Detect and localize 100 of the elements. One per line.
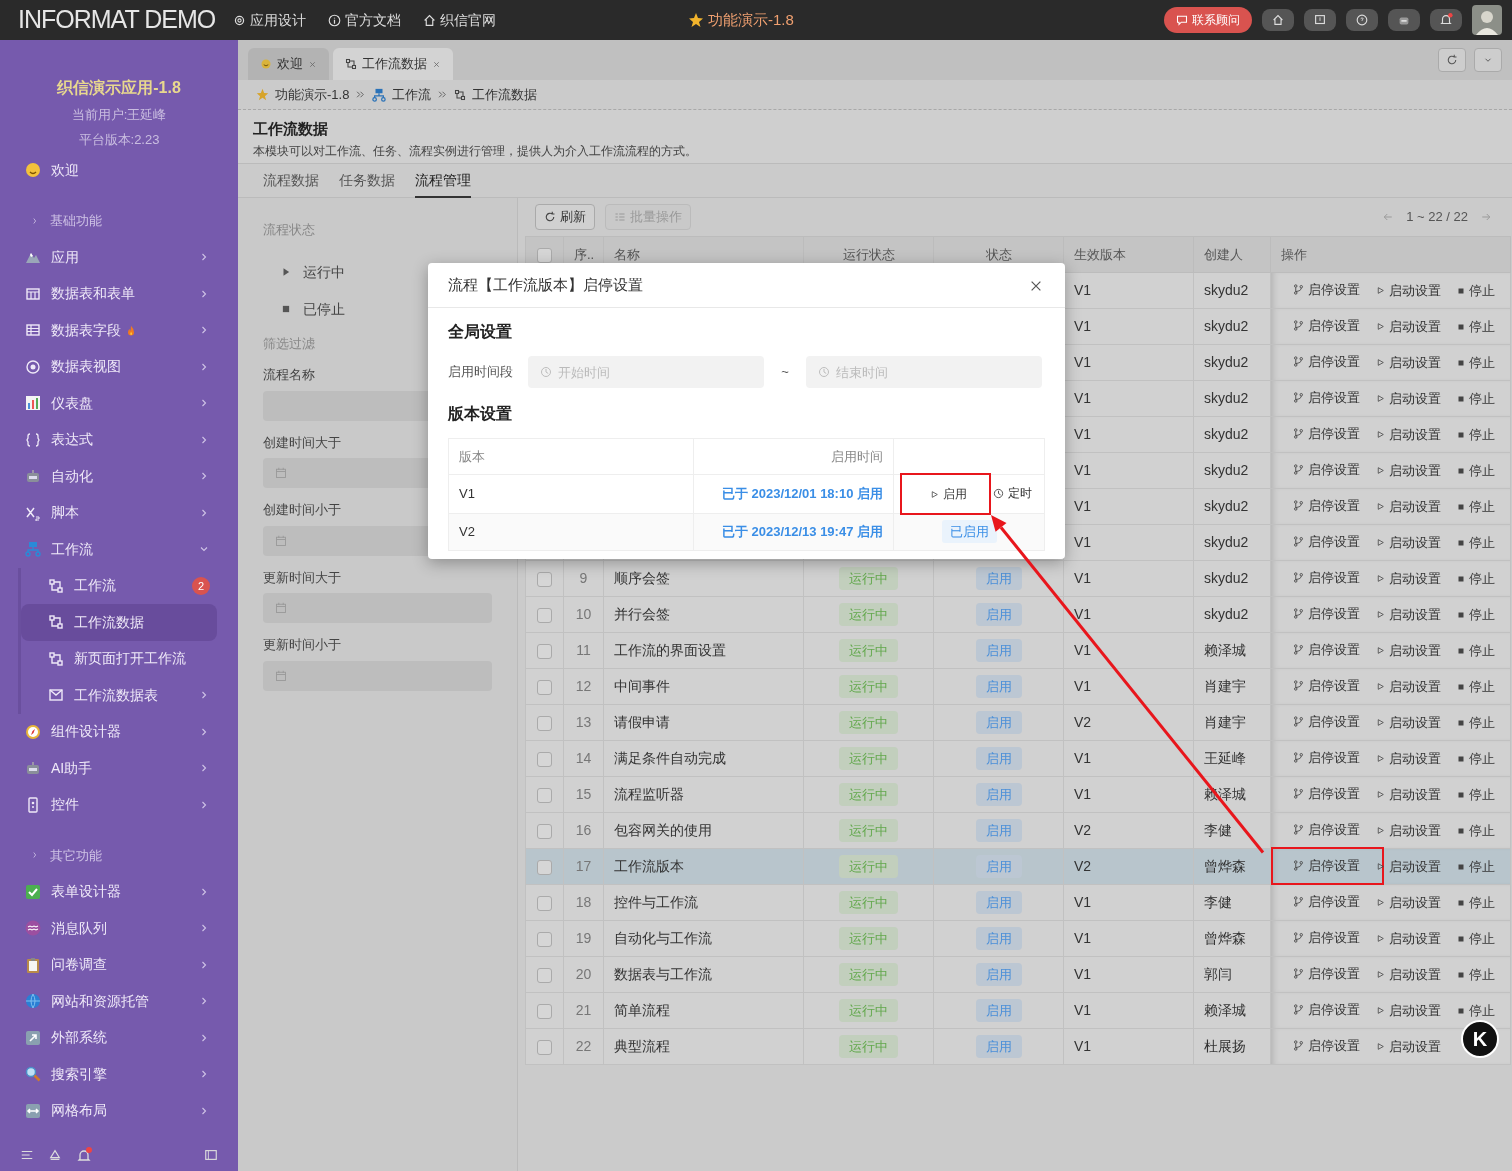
sidebar-item[interactable]: 工作流数据表	[21, 677, 238, 714]
help-button[interactable]	[1346, 9, 1378, 31]
action-link[interactable]: 启停设置	[1287, 533, 1366, 550]
date-field[interactable]	[263, 593, 492, 623]
sidebar-item[interactable]: 消息队列	[0, 910, 238, 947]
action-link[interactable]: 启动设置	[1370, 534, 1447, 551]
table-row[interactable]: 21 简单流程 运行中 启用 V1 赖泽城 启停设置 启动设置 停止	[525, 992, 1511, 1029]
action-link[interactable]: 启动设置	[1370, 498, 1447, 515]
action-link[interactable]: 启动设置	[1370, 642, 1447, 659]
sidebar-item[interactable]: 外部系统	[0, 1019, 238, 1056]
action-link[interactable]: 启动设置	[1370, 570, 1447, 587]
sidebar-item[interactable]: 工作流 2	[21, 567, 238, 604]
action-link[interactable]: 启停设置	[1287, 713, 1366, 730]
action-link[interactable]: 启停设置	[1287, 605, 1366, 622]
action-link[interactable]: 启动设置	[1370, 282, 1447, 299]
action-link[interactable]: 启动设置	[1370, 930, 1447, 947]
action-link[interactable]: 启动设置	[1370, 462, 1447, 479]
sidebar-item[interactable]: 问卷调查	[0, 946, 238, 983]
table-row[interactable]: 12 中间事件 运行中 启用 V1 肖建宇 启停设置 启动设置 停止	[525, 668, 1511, 705]
action-link[interactable]: 停止	[1451, 931, 1501, 947]
table-row[interactable]: 19 自动化与工作流 运行中 启用 V1 曾烨森 启停设置 启动设置 停止	[525, 920, 1511, 957]
table-row[interactable]: 18 控件与工作流 运行中 启用 V1 李健 启停设置 启动设置 停止	[525, 884, 1511, 921]
sidebar-item[interactable]: 自动化	[0, 458, 238, 495]
tab[interactable]: 流程数据	[263, 164, 319, 198]
message-button[interactable]	[1304, 9, 1336, 31]
checkbox[interactable]	[537, 643, 552, 659]
breadcrumb-link[interactable]: 工作流数据	[472, 84, 538, 105]
action-link[interactable]: 启停设置	[1287, 353, 1366, 370]
avatar[interactable]	[1472, 5, 1502, 35]
robot-button[interactable]	[1388, 9, 1420, 31]
checkbox[interactable]	[537, 823, 552, 839]
sidebar-item[interactable]: 控件	[0, 786, 238, 823]
action-link[interactable]: 启停设置	[1287, 821, 1366, 838]
action-link[interactable]: 停止	[1451, 571, 1501, 587]
action-link[interactable]: 启动设置	[1370, 786, 1447, 803]
checkbox[interactable]	[537, 715, 552, 731]
checkbox[interactable]	[537, 247, 552, 263]
dropdown-button[interactable]	[1474, 48, 1502, 72]
tab[interactable]: 任务数据	[339, 164, 395, 198]
action-link[interactable]: 停止	[1451, 751, 1501, 767]
action-link[interactable]: 启停设置	[1287, 785, 1366, 802]
sidebar-item[interactable]: 脚本	[0, 494, 238, 531]
action-link[interactable]: 启动设置	[1370, 426, 1447, 443]
checkbox[interactable]	[537, 1039, 552, 1055]
action-link[interactable]: 停止	[1451, 463, 1501, 479]
checkbox[interactable]	[537, 931, 552, 947]
table-row[interactable]: 10 并行会签 运行中 启用 V1 skydu2 启停设置 启动设置 停止	[525, 596, 1511, 633]
action-link[interactable]: 启停设置	[1287, 677, 1366, 694]
action-link[interactable]: 启动设置	[1370, 354, 1447, 371]
action-link[interactable]: 启停设置	[1287, 641, 1366, 658]
action-link[interactable]: 启动设置	[1370, 714, 1447, 731]
table-row[interactable]: 11 工作流的界面设置 运行中 启用 V1 赖泽城 启停设置 启动设置 停止	[525, 632, 1511, 669]
contact-button[interactable]: 联系顾问	[1164, 7, 1252, 33]
action-link[interactable]: 启停设置	[1287, 497, 1366, 514]
action-link[interactable]: 停止	[1451, 787, 1501, 803]
breadcrumb-link[interactable]: 工作流	[392, 84, 432, 105]
checkbox[interactable]	[537, 895, 552, 911]
action-link[interactable]: 停止	[1451, 1003, 1501, 1019]
table-row[interactable]: 9 顺序会签 运行中 启用 V1 skydu2 启停设置 启动设置 停止	[525, 560, 1511, 597]
bell-button[interactable]	[1430, 9, 1462, 31]
sidebar-item[interactable]: 表单设计器	[0, 873, 238, 910]
sidebar-item[interactable]: 数据表和表单	[0, 275, 238, 312]
action-link[interactable]: 启动设置	[1370, 390, 1447, 407]
action-link[interactable]: 停止	[1451, 499, 1501, 515]
action-link[interactable]: 启停设置	[1287, 317, 1366, 334]
table-row[interactable]: 20 数据表与工作流 运行中 启用 V1 郭闫 启停设置 启动设置 停止	[525, 956, 1511, 993]
action-link[interactable]: 启停设置	[1287, 893, 1366, 910]
table-row[interactable]: 17 工作流版本 运行中 启用 V2 曾烨森 启停设置 启动设置 停止	[525, 848, 1511, 885]
sidebar-item[interactable]: 数据表字段	[0, 312, 238, 349]
action-link[interactable]: 启动设置	[1370, 1038, 1447, 1055]
action-link[interactable]: 定时	[989, 482, 1036, 504]
action-link[interactable]: 停止	[1451, 535, 1501, 551]
sidebar-item[interactable]: 应用	[0, 239, 238, 276]
action-link[interactable]: 启动设置	[1370, 678, 1447, 695]
action-link[interactable]: 启动设置	[1370, 966, 1447, 983]
table-row[interactable]: 13 请假申请 运行中 启用 V2 肖建宇 启停设置 启动设置 停止	[525, 704, 1511, 741]
action-link[interactable]: 启用	[902, 475, 989, 513]
checkbox[interactable]	[537, 1003, 552, 1019]
action-link[interactable]: 启停设置	[1287, 929, 1366, 946]
sidebar-item[interactable]: 数据表视图	[0, 348, 238, 385]
action-link[interactable]: 启停设置	[1287, 1037, 1366, 1054]
nav-link[interactable]: 官方文档	[328, 9, 401, 31]
table-row[interactable]: 16 包容网关的使用 运行中 启用 V2 李健 启停设置 启动设置 停止	[525, 812, 1511, 849]
tab[interactable]: 欢迎	[248, 48, 329, 80]
date-field[interactable]	[263, 660, 492, 691]
sidebar-item[interactable]: 欢迎	[0, 152, 238, 189]
action-link[interactable]: 启停设置	[1287, 569, 1366, 586]
checkbox[interactable]	[537, 751, 552, 767]
action-link[interactable]: 停止	[1451, 427, 1501, 443]
action-link[interactable]: 启停设置	[1287, 281, 1366, 298]
action-link[interactable]: 停止	[1451, 319, 1501, 335]
refresh-button[interactable]: 刷新	[535, 204, 595, 230]
checkbox[interactable]	[537, 787, 552, 803]
action-link[interactable]: 停止	[1451, 355, 1501, 371]
nav-link[interactable]: 应用设计	[233, 9, 306, 31]
action-link[interactable]: 停止	[1451, 643, 1501, 659]
sidebar-item[interactable]: 表达式	[0, 421, 238, 458]
checkbox[interactable]	[537, 967, 552, 983]
action-link[interactable]: 启停设置	[1287, 425, 1366, 442]
action-link[interactable]: 停止	[1451, 391, 1501, 407]
